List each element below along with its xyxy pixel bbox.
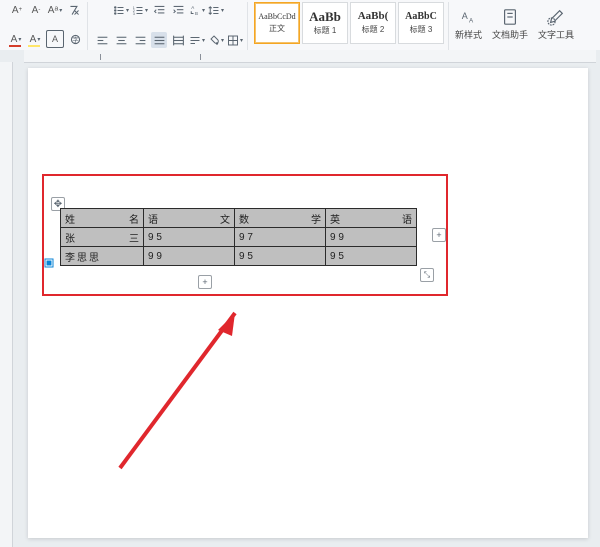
svg-text:B: B xyxy=(195,10,198,15)
svg-text:3: 3 xyxy=(133,11,135,15)
svg-text:字: 字 xyxy=(72,34,79,43)
header-chinese: 语文 xyxy=(144,209,235,228)
font-group: A+ A- Aᵃ▾ A▾ A▾ A 字 xyxy=(4,2,88,50)
text-direction-icon[interactable]: AB▾ xyxy=(189,2,205,18)
align-right-icon[interactable] xyxy=(132,32,148,48)
char-border-icon[interactable]: A xyxy=(46,30,64,48)
bullets-icon[interactable]: ▾ xyxy=(113,2,129,18)
style-heading2[interactable]: AaBb( 标题 2 xyxy=(350,2,396,44)
tab-settings-icon[interactable]: ▾ xyxy=(189,32,205,48)
highlight-icon[interactable]: A▾ xyxy=(27,31,43,47)
table-add-column-handle[interactable]: + xyxy=(432,228,446,242)
numbering-icon[interactable]: 123▾ xyxy=(132,2,148,18)
decrease-font-icon[interactable]: A- xyxy=(28,2,44,18)
align-justify-icon[interactable] xyxy=(151,32,167,48)
align-left-icon[interactable] xyxy=(94,32,110,48)
ruler-horizontal[interactable] xyxy=(24,50,596,63)
svg-text:A: A xyxy=(191,5,194,10)
content-table[interactable]: 姓名 语文 数学 英语 张三 9 5 9 7 9 9 李思思 9 9 9 5 9… xyxy=(60,208,417,266)
table-header-row[interactable]: 姓名 语文 数学 英语 xyxy=(61,209,417,228)
table-add-row-handle[interactable]: + xyxy=(198,275,212,289)
paragraph-group: ▾ 123▾ AB▾ ▾ ▾ ▾ ▾ xyxy=(90,2,248,50)
circled-char-icon[interactable]: 字 xyxy=(67,31,83,47)
document-page[interactable] xyxy=(28,68,588,538)
increase-indent-icon[interactable] xyxy=(170,2,186,18)
document-stage: ✥ 姓名 语文 数学 英语 张三 9 5 9 7 9 9 李思思 9 9 9 5… xyxy=(0,50,600,547)
line-spacing-icon[interactable]: ▾ xyxy=(208,2,224,18)
decrease-indent-icon[interactable] xyxy=(151,2,167,18)
borders-icon[interactable]: ▾ xyxy=(227,32,243,48)
font-color-icon[interactable]: A▾ xyxy=(8,31,24,47)
header-math: 数学 xyxy=(235,209,326,228)
header-name: 姓名 xyxy=(61,209,144,228)
table-row[interactable]: 张三 9 5 9 7 9 9 xyxy=(61,228,417,247)
table-resize-handle[interactable]: ⤡ xyxy=(420,268,434,282)
styles-group: AaBbCcDd 正文 AaBb 标题 1 AaBb( 标题 2 AaBbC 标… xyxy=(250,2,449,50)
style-heading3[interactable]: AaBbC 标题 3 xyxy=(398,2,444,44)
shading-icon[interactable]: ▾ xyxy=(208,32,224,48)
style-gallery[interactable]: AaBbCcDd 正文 AaBb 标题 1 AaBb( 标题 2 AaBbC 标… xyxy=(254,2,444,44)
ruler-vertical[interactable] xyxy=(0,62,13,547)
ribbon: A+ A- Aᵃ▾ A▾ A▾ A 字 ▾ 123▾ AB▾ ▾ ▾ xyxy=(0,0,600,53)
align-center-icon[interactable] xyxy=(113,32,129,48)
row-selection-marker[interactable] xyxy=(44,258,54,268)
svg-text:A: A xyxy=(461,10,467,20)
new-style-button[interactable]: AA 新样式 xyxy=(451,2,486,46)
distributed-icon[interactable] xyxy=(170,32,186,48)
header-english: 英语 xyxy=(326,209,417,228)
table-row[interactable]: 李思思 9 9 9 5 9 5 xyxy=(61,247,417,266)
doc-assistant-button[interactable]: 文档助手 xyxy=(488,2,532,46)
increase-font-icon[interactable]: A+ xyxy=(9,2,25,18)
text-tools-button[interactable]: 文字工具 xyxy=(534,2,578,46)
style-heading1[interactable]: AaBb 标题 1 xyxy=(302,2,348,44)
clear-format-icon[interactable] xyxy=(66,2,82,18)
change-case-icon[interactable]: Aᵃ▾ xyxy=(47,2,63,18)
svg-text:A: A xyxy=(469,17,474,24)
style-normal[interactable]: AaBbCcDd 正文 xyxy=(254,2,300,44)
